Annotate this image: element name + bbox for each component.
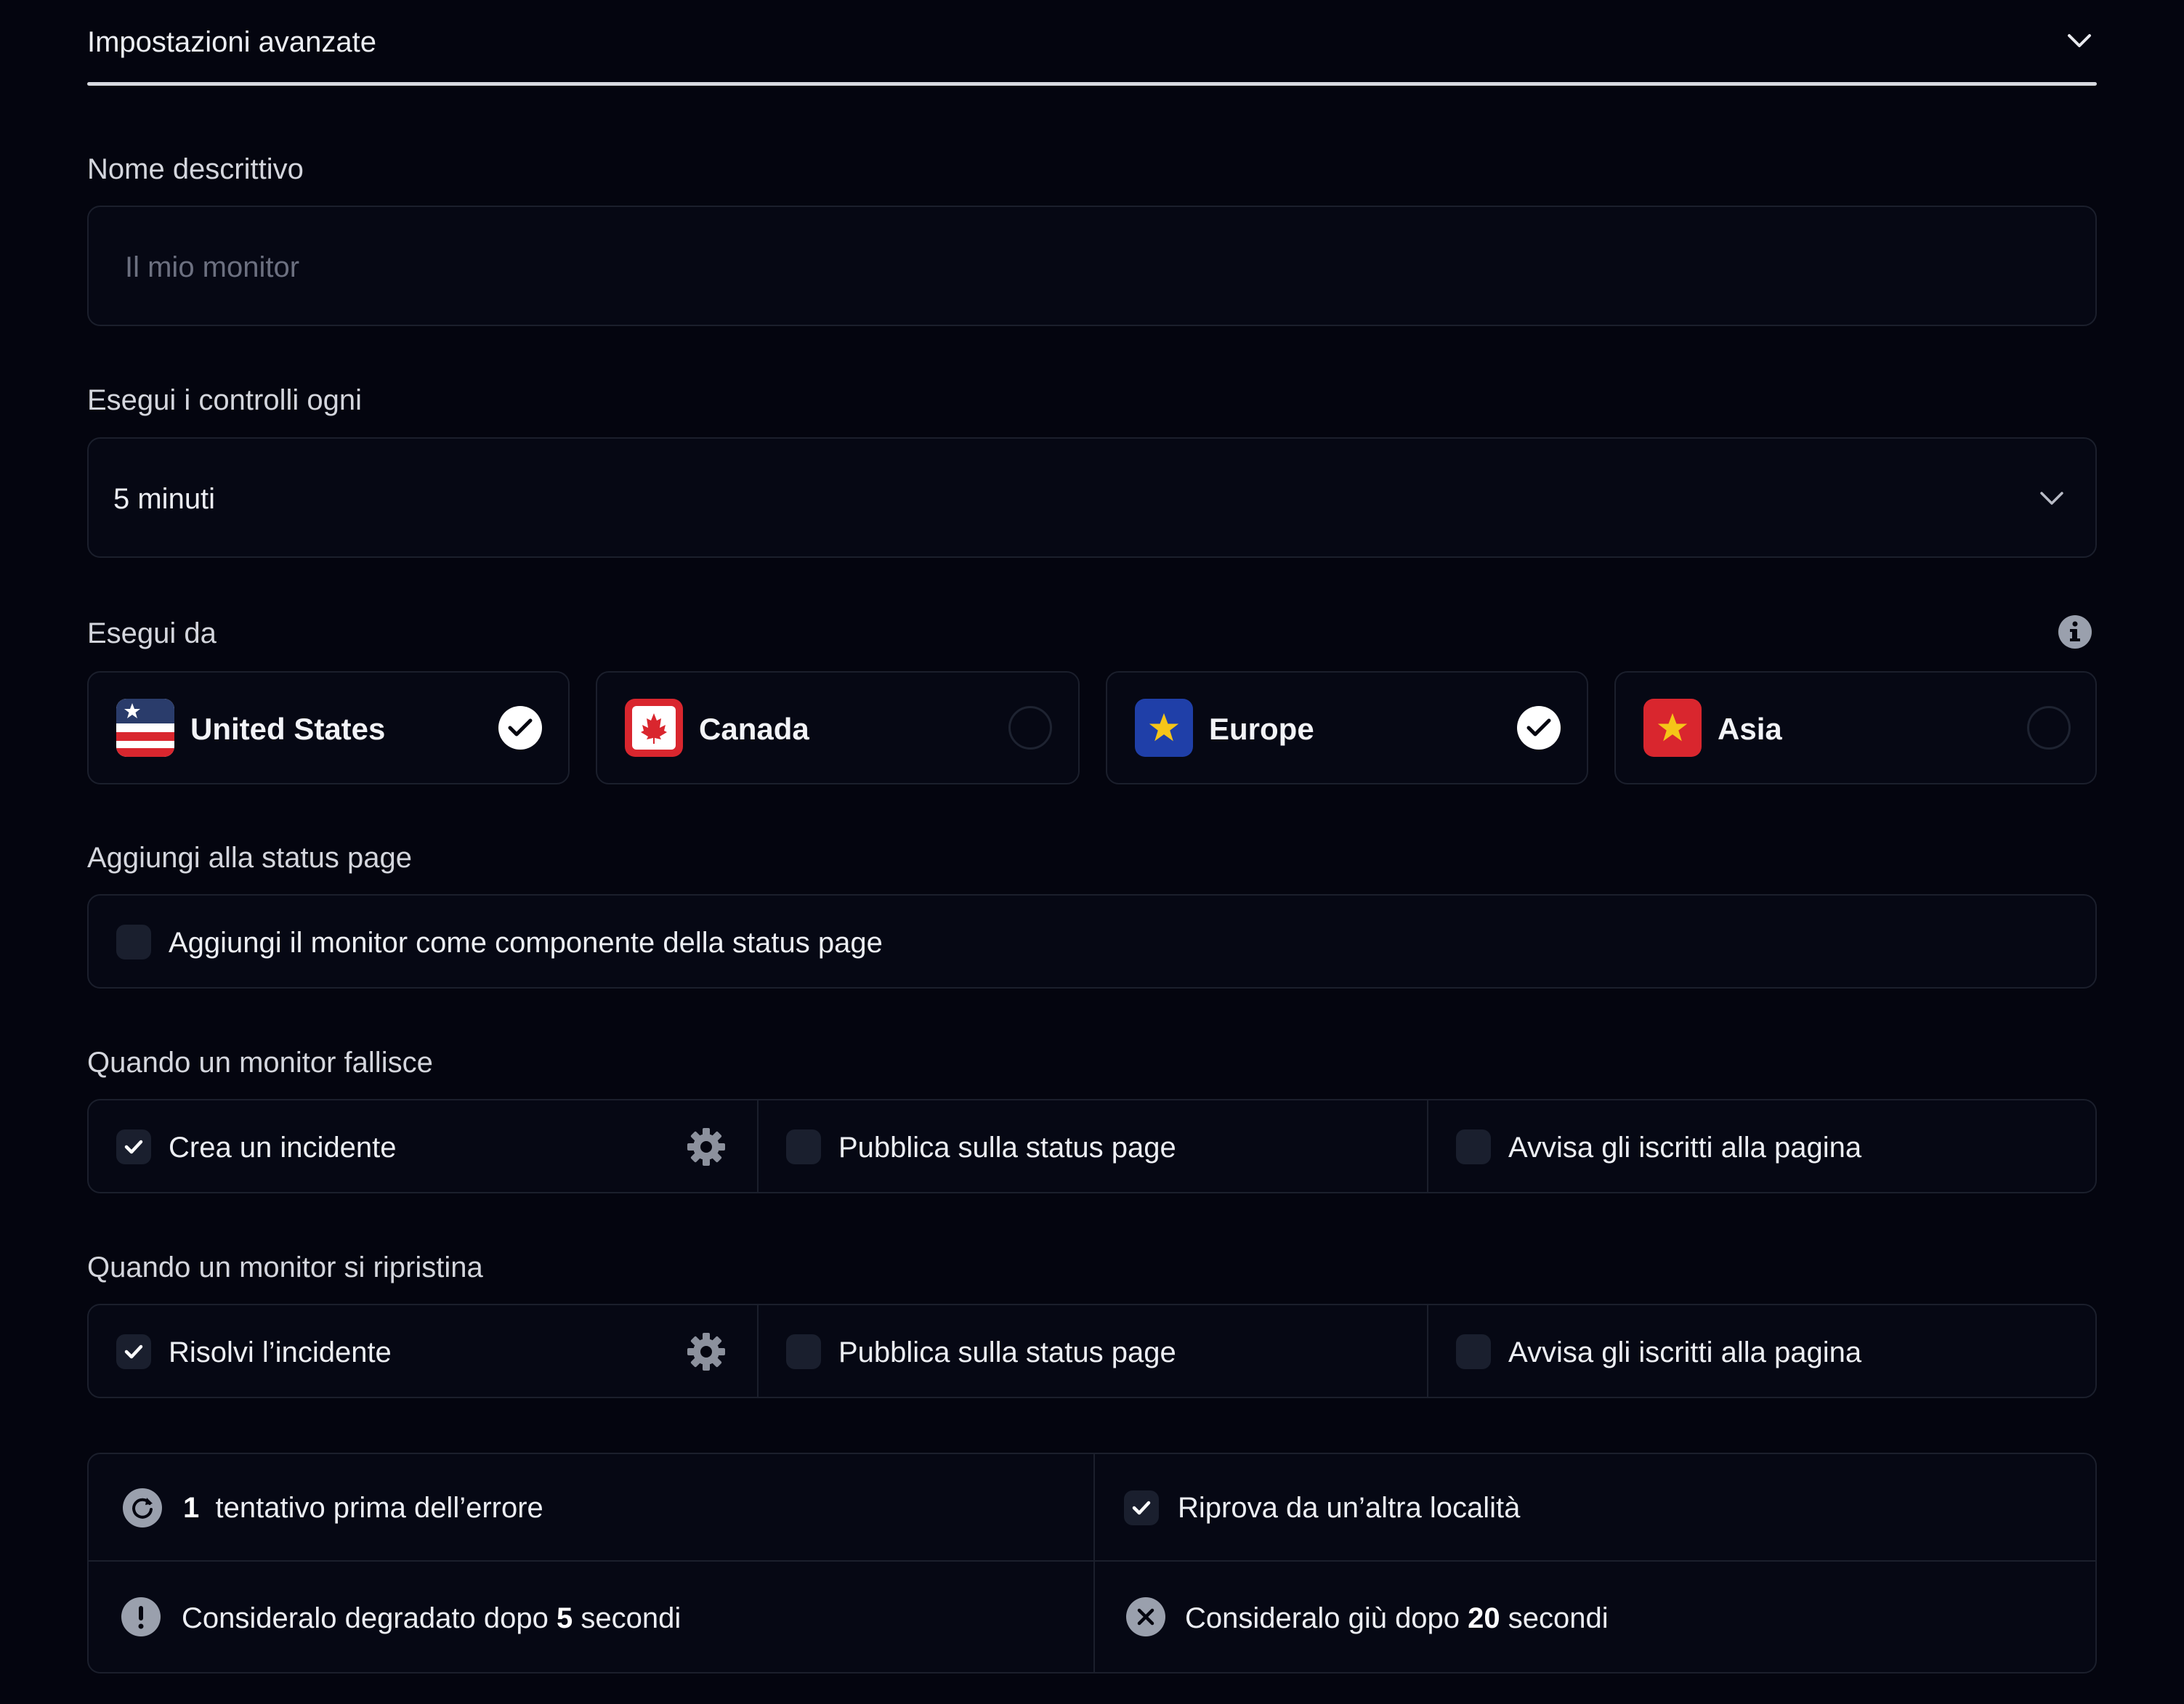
canada-flag-icon bbox=[625, 699, 683, 757]
name-label: Nome descrittivo bbox=[87, 153, 304, 185]
on-recover-checkbox-resolve[interactable] bbox=[116, 1334, 151, 1369]
on-recover-checkbox-notify[interactable] bbox=[1456, 1334, 1491, 1369]
on-recover-option-publish[interactable]: Pubblica sulla status page bbox=[757, 1304, 1428, 1398]
degraded-value: 5 bbox=[556, 1602, 573, 1634]
on-fail-text-notify: Avvisa gli iscritti alla pagina bbox=[1508, 1132, 1862, 1164]
region-name-us: United States bbox=[190, 712, 386, 746]
down-value: 20 bbox=[1468, 1602, 1500, 1634]
name-placeholder: Il mio monitor bbox=[125, 251, 300, 283]
section-header[interactable]: Impostazioni avanzate bbox=[87, 0, 2097, 87]
on-fail-text-publish: Pubblica sulla status page bbox=[838, 1132, 1176, 1164]
on-recover-text-publish: Pubblica sulla status page bbox=[838, 1336, 1176, 1368]
refresh-icon bbox=[123, 1488, 162, 1527]
on-recover-checkbox-publish[interactable] bbox=[786, 1334, 821, 1369]
region-radio-asia[interactable] bbox=[2027, 706, 2071, 750]
region-card-asia[interactable]: Asia bbox=[1614, 671, 2097, 784]
retries-text: tentativo prima dell’errore bbox=[215, 1492, 543, 1524]
on-recover-label: Quando un monitor si ripristina bbox=[87, 1251, 483, 1283]
summary-down[interactable]: Consideralo giù dopo 20 secondi bbox=[1095, 1562, 2095, 1672]
degraded-post: secondi bbox=[581, 1602, 682, 1634]
region-check-europe[interactable] bbox=[1517, 706, 1561, 750]
europe-flag-icon bbox=[1135, 699, 1193, 757]
region-card-canada[interactable]: Canada bbox=[596, 671, 1080, 784]
section-divider bbox=[87, 82, 2097, 86]
on-fail-option-incident[interactable]: Crea un incidente bbox=[87, 1099, 759, 1193]
on-fail-checkbox-notify[interactable] bbox=[1456, 1129, 1491, 1164]
status-page-option[interactable]: Aggiungi il monitor come componente dell… bbox=[87, 894, 2097, 989]
on-fail-checkbox-incident[interactable] bbox=[116, 1129, 151, 1164]
region-card-europe[interactable]: Europe bbox=[1106, 671, 1588, 784]
on-recover-option-resolve[interactable]: Risolvi l’incidente bbox=[87, 1304, 759, 1398]
down-post: secondi bbox=[1508, 1602, 1609, 1634]
region-radio-canada[interactable] bbox=[1008, 706, 1052, 750]
interval-label: Esegui i controlli ogni bbox=[87, 384, 362, 416]
name-input[interactable]: Il mio monitor bbox=[87, 206, 2097, 326]
summary-retries[interactable]: 1 tentativo prima dell’errore bbox=[89, 1454, 1093, 1560]
retries-count: 1 bbox=[183, 1492, 200, 1524]
region-check-us[interactable] bbox=[498, 706, 542, 750]
section-title: Impostazioni avanzate bbox=[87, 26, 377, 58]
summary-panel: 1 tentativo prima dell’errore Riprova da… bbox=[87, 1453, 2097, 1673]
on-recover-text-notify: Avvisa gli iscritti alla pagina bbox=[1508, 1336, 1862, 1368]
gear-icon[interactable] bbox=[686, 1331, 727, 1372]
region-name-europe: Europe bbox=[1209, 712, 1314, 746]
on-fail-checkbox-publish[interactable] bbox=[786, 1129, 821, 1164]
retry-location-text: Riprova da un’altra località bbox=[1178, 1492, 1521, 1524]
region-name-asia: Asia bbox=[1718, 712, 1782, 746]
close-circle-icon bbox=[1126, 1597, 1165, 1636]
down-pre: Consideralo giù dopo bbox=[1185, 1602, 1460, 1634]
status-page-checkbox[interactable] bbox=[116, 925, 151, 959]
on-fail-label: Quando un monitor fallisce bbox=[87, 1047, 433, 1079]
on-fail-text-incident: Crea un incidente bbox=[169, 1132, 397, 1164]
on-recover-text-resolve: Risolvi l’incidente bbox=[169, 1336, 392, 1368]
on-fail-option-notify[interactable]: Avvisa gli iscritti alla pagina bbox=[1427, 1099, 2097, 1193]
summary-degraded[interactable]: Consideralo degradato dopo 5 secondi bbox=[89, 1562, 1093, 1672]
degraded-pre: Consideralo degradato dopo bbox=[182, 1602, 549, 1634]
status-page-label: Aggiungi alla status page bbox=[87, 842, 412, 874]
info-icon[interactable] bbox=[2058, 614, 2092, 649]
summary-retry-location[interactable]: Riprova da un’altra località bbox=[1095, 1454, 2095, 1560]
on-fail-option-publish[interactable]: Pubblica sulla status page bbox=[757, 1099, 1428, 1193]
retry-location-checkbox[interactable] bbox=[1124, 1490, 1159, 1525]
region-card-us[interactable]: United States bbox=[87, 671, 570, 784]
status-page-option-text: Aggiungi il monitor come componente dell… bbox=[169, 927, 883, 959]
interval-select[interactable]: 5 minuti bbox=[87, 437, 2097, 558]
chevron-down-icon bbox=[2040, 492, 2063, 505]
regions-label: Esegui da bbox=[87, 617, 217, 649]
region-name-canada: Canada bbox=[699, 712, 809, 746]
on-recover-option-notify[interactable]: Avvisa gli iscritti alla pagina bbox=[1427, 1304, 2097, 1398]
chevron-down-icon bbox=[2068, 34, 2091, 47]
asia-flag-icon bbox=[1643, 699, 1702, 757]
us-flag-icon bbox=[116, 699, 174, 757]
alert-icon bbox=[121, 1597, 161, 1636]
gear-icon[interactable] bbox=[686, 1127, 727, 1167]
interval-value: 5 minuti bbox=[113, 483, 216, 515]
